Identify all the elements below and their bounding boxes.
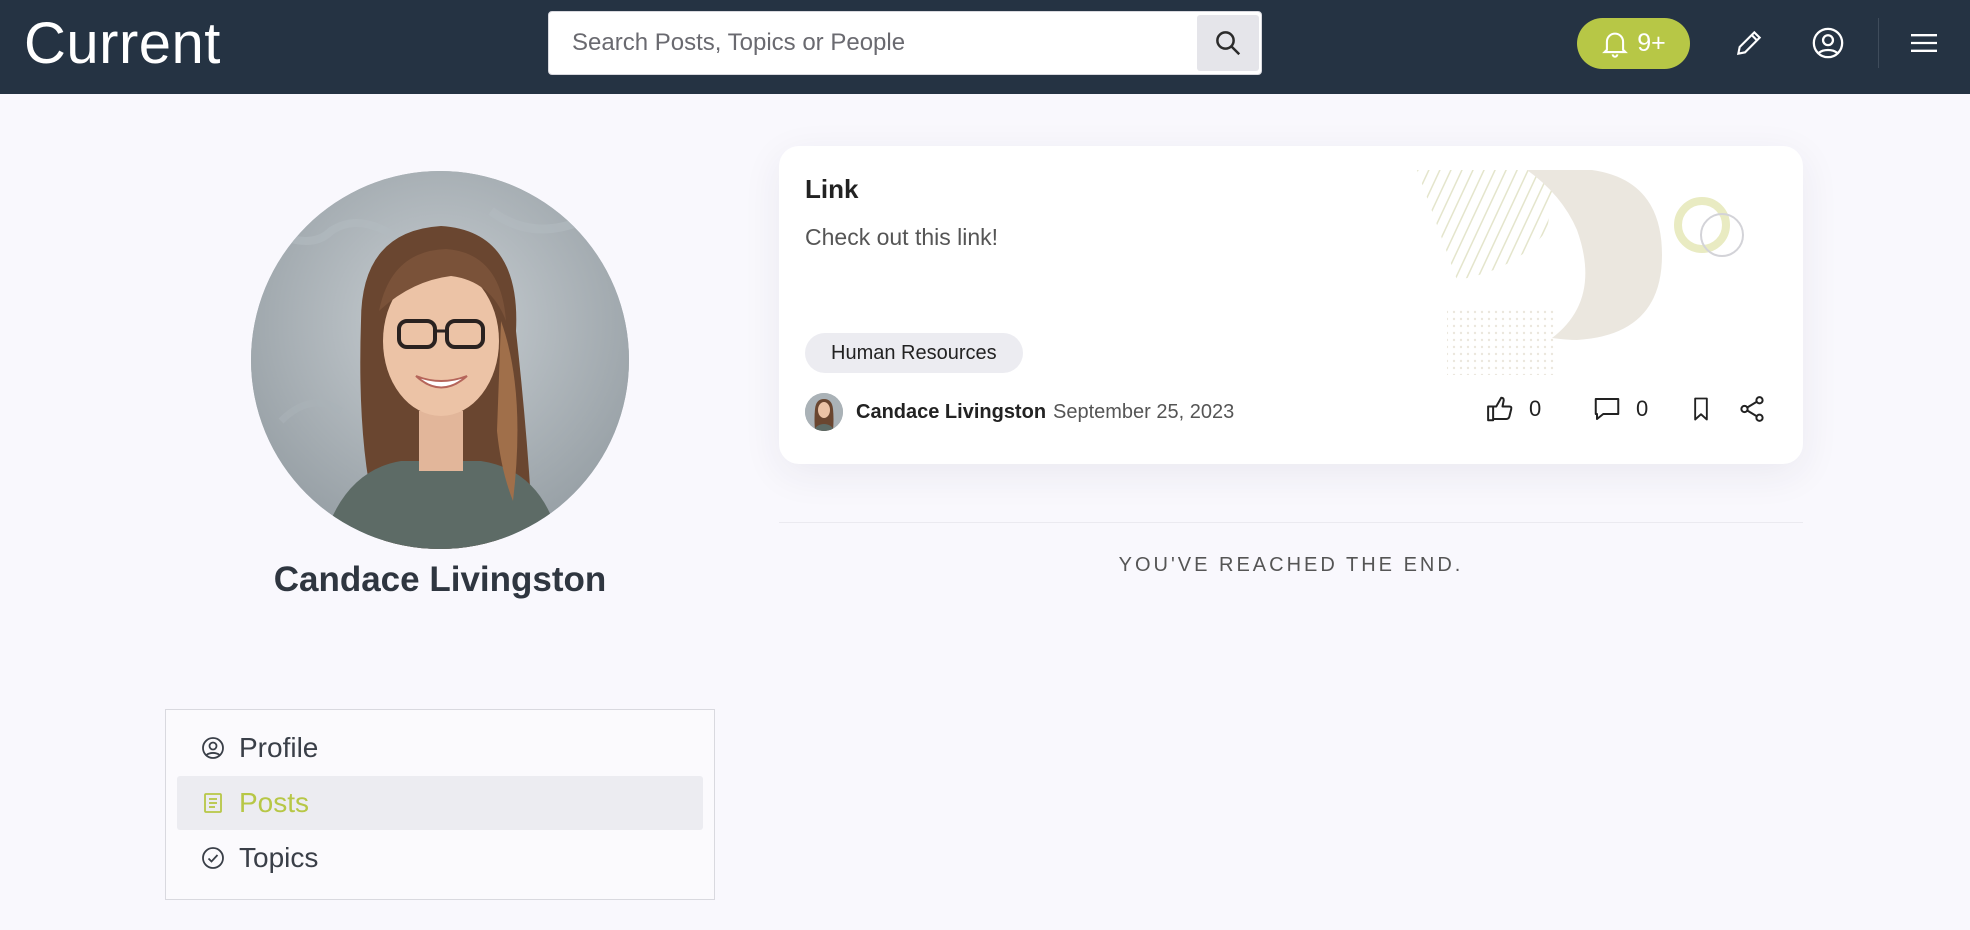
user-circle-icon bbox=[1812, 27, 1844, 59]
post-title[interactable]: Link bbox=[805, 174, 858, 205]
author-avatar[interactable] bbox=[805, 393, 843, 431]
menu-item-label: Posts bbox=[239, 787, 310, 818]
search-button[interactable] bbox=[1197, 15, 1259, 71]
menu-item-label: Topics bbox=[239, 842, 319, 873]
bookmark-button[interactable] bbox=[1687, 394, 1715, 424]
thumbs-up-icon bbox=[1487, 396, 1513, 422]
document-icon bbox=[204, 793, 222, 813]
search-input[interactable] bbox=[549, 12, 1197, 74]
menu-item-topics[interactable]: Topics bbox=[177, 831, 703, 885]
user-circle-icon bbox=[202, 737, 224, 759]
post-card[interactable]: Link Check out this link! Human Resource… bbox=[779, 146, 1803, 464]
create-post-button[interactable] bbox=[1726, 20, 1772, 66]
notification-count: 9+ bbox=[1637, 29, 1666, 57]
brand-logo[interactable]: Current bbox=[24, 10, 221, 77]
bell-icon bbox=[1602, 32, 1629, 58]
comment-count: 0 bbox=[1636, 396, 1649, 421]
check-circle-icon bbox=[202, 847, 224, 869]
notifications-button[interactable]: 9+ bbox=[1577, 18, 1690, 69]
account-button[interactable] bbox=[1805, 20, 1851, 66]
menu-item-profile[interactable]: Profile bbox=[177, 721, 703, 775]
profile-side-menu: Profile Posts Topics bbox=[165, 709, 715, 900]
like-count: 0 bbox=[1529, 396, 1542, 421]
topic-tag[interactable]: Human Resources bbox=[805, 333, 1023, 373]
search-icon bbox=[1216, 31, 1241, 56]
like-button[interactable]: 0 bbox=[1485, 394, 1541, 424]
card-decoration bbox=[1417, 170, 1744, 375]
profile-avatar bbox=[251, 171, 629, 549]
search-box bbox=[548, 11, 1262, 75]
author-name[interactable]: Candace Livingston bbox=[856, 401, 1046, 424]
menu-item-posts[interactable]: Posts bbox=[177, 776, 703, 830]
bookmark-icon bbox=[1694, 397, 1708, 421]
menu-item-label: Profile bbox=[239, 732, 319, 763]
share-icon bbox=[1740, 396, 1764, 422]
comment-button[interactable]: 0 bbox=[1592, 394, 1648, 424]
pencil-icon bbox=[1736, 30, 1762, 56]
hamburger-menu-icon bbox=[1911, 34, 1937, 52]
top-navigation-bar: Current 9+ bbox=[0, 0, 1970, 94]
main-menu-button[interactable] bbox=[1901, 20, 1947, 66]
post-date: September 25, 2023 bbox=[1053, 401, 1235, 423]
profile-name: Candace Livingston bbox=[273, 560, 607, 599]
post-body: Check out this link! bbox=[805, 224, 999, 250]
comment-icon bbox=[1594, 398, 1620, 420]
end-of-feed-message: YOU'VE REACHED THE END. bbox=[1118, 554, 1464, 576]
header-divider bbox=[1878, 18, 1879, 68]
share-button[interactable] bbox=[1737, 394, 1767, 424]
feed-divider bbox=[779, 522, 1803, 523]
